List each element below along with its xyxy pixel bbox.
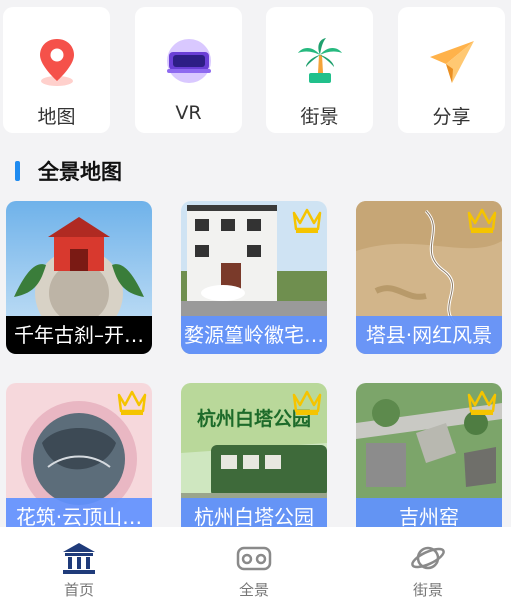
panorama-card[interactable]: 花筑·云顶山… xyxy=(6,383,152,536)
panorama-title: 塔县·网红风景 xyxy=(356,316,502,354)
panorama-card[interactable]: 杭州白塔公园 杭州白塔公园 xyxy=(181,383,327,536)
shortcut-map[interactable]: 地图 xyxy=(3,7,110,133)
section-accent-bar xyxy=(15,161,20,181)
nav-item-home[interactable]: 首页 xyxy=(29,527,129,601)
vr-glasses-icon xyxy=(236,546,272,571)
crown-icon xyxy=(467,390,497,415)
shortcut-vr[interactable]: VR xyxy=(135,7,242,133)
panorama-title: 婺源篁岭徽宅… xyxy=(181,316,327,354)
panorama-title: 千年古刹–开… xyxy=(6,316,152,354)
crown-icon xyxy=(292,208,322,233)
nav-label: 全景 xyxy=(238,581,269,599)
crown-icon xyxy=(467,208,497,233)
nav-item-street-view[interactable]: 街景 xyxy=(378,527,478,601)
section-title: 全景地图 xyxy=(38,160,122,184)
bottom-nav: 首页 全景 街景 xyxy=(0,527,511,601)
shortcut-map-label: 地图 xyxy=(37,106,76,128)
bank-building-icon xyxy=(63,543,95,574)
crown-icon xyxy=(292,390,322,415)
shortcut-street-view-label: 街景 xyxy=(300,106,339,128)
planet-icon xyxy=(411,546,445,570)
vr-headset-icon xyxy=(166,39,211,83)
panorama-card[interactable]: 塔县·网红风景 xyxy=(356,201,502,354)
paper-plane-icon xyxy=(429,41,474,83)
panorama-card[interactable]: 千年古刹–开… xyxy=(6,201,152,354)
panorama-card[interactable]: 婺源篁岭徽宅… xyxy=(181,201,327,354)
shortcut-street-view[interactable]: 街景 xyxy=(266,7,373,133)
panorama-card[interactable]: 吉州窑 xyxy=(356,383,502,536)
nav-label: 街景 xyxy=(412,581,443,599)
palm-tree-icon xyxy=(297,38,342,83)
shortcut-share[interactable]: 分享 xyxy=(398,7,505,133)
nav-item-panorama[interactable]: 全景 xyxy=(204,527,304,601)
nav-label: 首页 xyxy=(63,581,94,599)
crown-icon xyxy=(117,390,147,415)
map-pin-icon xyxy=(39,39,74,86)
shortcut-vr-label: VR xyxy=(175,102,202,124)
shortcut-share-label: 分享 xyxy=(432,106,471,128)
